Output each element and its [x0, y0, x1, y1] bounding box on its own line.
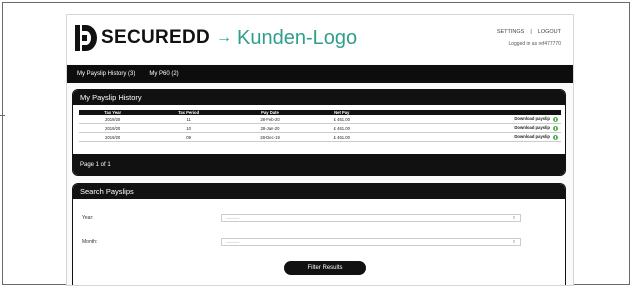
callout-line [0, 115, 5, 116]
table-row: 2019/20 09 28-Dec-19 £ 461.00 Download p… [79, 132, 561, 142]
browser-screen: SECUREDD → Kunden-Logo SETTINGS | LOGOUT… [66, 14, 574, 286]
settings-link[interactable]: SETTINGS [497, 29, 525, 35]
download-label: Download payslip [514, 116, 550, 122]
top-links: SETTINGS | LOGOUT [497, 29, 561, 35]
securedd-mark-icon [75, 25, 97, 51]
arrow-icon: → [216, 29, 233, 46]
download-icon[interactable] [553, 116, 558, 122]
download-payslip-link[interactable]: Download payslip [374, 115, 561, 124]
net-pay-cell: £ 461.00 [309, 115, 375, 124]
month-row: Month: --------- ⇕ [78, 230, 560, 254]
net-pay-cell: £ 461.00 [309, 132, 375, 142]
payslip-table: Tax Year Tax Period Pay Date Net Pay 201… [79, 110, 561, 142]
month-label: Month: [82, 239, 98, 245]
pagination-bar: Page 1 of 1 [73, 154, 565, 175]
main-nav: My Payslip History (3) My P60 (2) [67, 65, 573, 83]
download-label: Download payslip [514, 134, 550, 140]
tax-period-cell: 11 [146, 115, 231, 124]
download-icon[interactable] [553, 134, 558, 140]
select-caret-icon: ⇕ [512, 215, 516, 220]
brand-name: SECUREDD [101, 27, 211, 48]
nav-item-p60[interactable]: My P60 (2) [149, 71, 178, 77]
tax-period-cell: 10 [146, 123, 231, 133]
year-select[interactable]: --------- ⇕ [221, 214, 521, 222]
download-icon[interactable] [553, 125, 558, 131]
download-label: Download payslip [514, 125, 550, 131]
filter-results-button[interactable]: Filter Results [284, 261, 366, 275]
customer-logo-text: Kunden-Logo [237, 26, 358, 49]
pay-date-cell: 28-Jan-20 [230, 123, 310, 133]
logged-in-status: Logged in as ref477770 [508, 41, 561, 47]
logout-link[interactable]: LOGOUT [538, 29, 561, 35]
payslip-history-panel: My Payslip History Tax Year Tax Period P… [72, 89, 566, 176]
nav-item-payslip-history[interactable]: My Payslip History (3) [77, 71, 135, 77]
brand-logo[interactable]: SECUREDD → Kunden-Logo [75, 25, 357, 51]
link-separator: | [530, 29, 532, 35]
table-row: 2019/20 10 28-Jan-20 £ 461.00 Download p… [79, 123, 561, 133]
month-select-value: --------- [226, 239, 240, 245]
table-row: 2019/20 11 28-Feb-20 £ 461.00 Download p… [79, 115, 561, 124]
search-payslips-panel: Search Payslips Year: --------- ⇕ Month:… [72, 183, 566, 285]
tax-period-cell: 09 [146, 132, 231, 142]
year-label: Year: [82, 215, 94, 221]
download-payslip-link[interactable]: Download payslip [374, 123, 561, 133]
select-caret-icon: ⇕ [512, 239, 516, 244]
month-select[interactable]: --------- ⇕ [221, 238, 521, 246]
tax-year-cell: 2019/20 [79, 132, 147, 142]
page-header: SECUREDD → Kunden-Logo SETTINGS | LOGOUT… [67, 15, 573, 64]
year-select-value: --------- [226, 215, 240, 221]
panel-title: Search Payslips [73, 184, 565, 199]
download-payslip-link[interactable]: Download payslip [374, 132, 561, 142]
panel-title: My Payslip History [73, 90, 565, 105]
tax-year-cell: 2019/20 [79, 123, 147, 133]
year-row: Year: --------- ⇕ [78, 206, 560, 230]
pay-date-cell: 28-Dec-19 [230, 132, 310, 142]
pay-date-cell: 28-Feb-20 [230, 115, 310, 124]
tax-year-cell: 2019/20 [79, 115, 147, 124]
net-pay-cell: £ 461.00 [309, 123, 375, 133]
